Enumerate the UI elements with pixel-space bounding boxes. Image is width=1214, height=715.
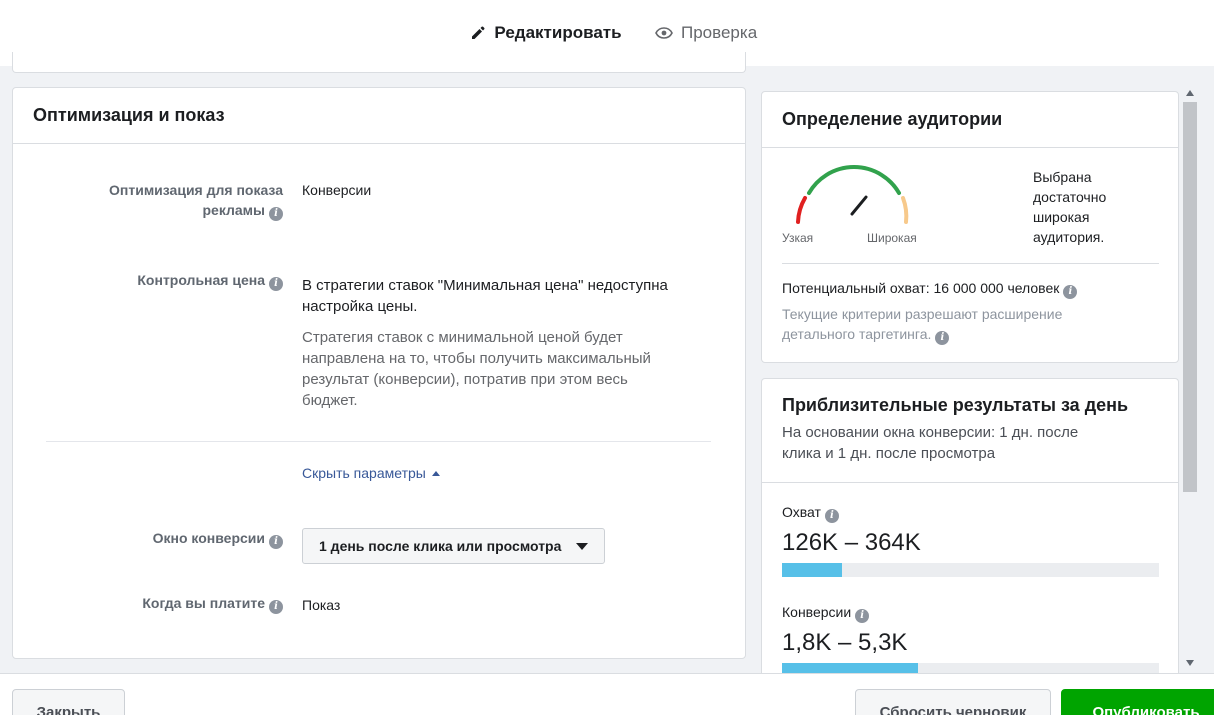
previous-section-card [12,52,746,73]
tab-review-label: Проверка [681,23,758,42]
info-icon[interactable]: i [269,207,283,221]
targeting-note-line: Текущие критерии разрешают расширение [782,306,1063,322]
strategy-line: направлена на то, чтобы получить максима… [302,350,651,367]
results-subtitle-line: клика и 1 дн. после просмотра [782,445,996,462]
targeting-note: Текущие критерии разрешают расширение де… [782,304,1122,345]
control-price-value: В стратегии ставок "Минимальная цена" не… [302,275,668,411]
optimization-card: Оптимизация и показ Оптимизация для пока… [12,87,746,659]
gauge-narrow-segment [796,196,807,224]
strategy-line: результат (конверсии), потратив при этом… [302,371,628,388]
gauge-too-broad-segment [901,196,909,224]
control-price-label-text: Контрольная цена [137,272,265,288]
conversions-metric-value: 1,8K – 5,3K [782,629,908,656]
audience-description-line: аудитория. [1033,229,1105,245]
right-panel-scrollbar[interactable] [1181,84,1199,672]
audience-divider [782,263,1159,264]
reach-metric-label: Охват i [782,504,839,523]
reset-draft-button[interactable]: Сбросить черновик [855,689,1051,715]
audience-description: Выбрана достаточно широкая аудитория. [1033,167,1143,247]
hide-params-link[interactable]: Скрыть параметры [302,463,440,483]
targeting-note-line: детального таргетинга. [782,326,932,342]
conversion-window-value: 1 день после клика или просмотра [319,538,562,554]
info-icon[interactable]: i [855,609,870,623]
ad-optimization-value: Конверсии [302,182,372,198]
reach-bar [782,563,1159,577]
control-price-line: настройка цены. [302,298,418,315]
when-you-pay-label: Когда вы платите i [142,593,283,614]
when-you-pay-value: Показ [302,597,341,613]
info-icon[interactable]: i [269,600,283,614]
footer-bar: Закрыть Сбросить черновик Опубликовать [0,673,1214,715]
gauge-broad-segment [807,165,901,195]
estimated-results-card: Приблизительные результаты за день На ос… [761,378,1179,678]
strategy-line: Стратегия ставок с минимальной ценой буд… [302,329,623,346]
eye-icon [655,27,673,39]
ad-optimization-label: Оптимизация для показа рекламы i [109,180,283,221]
control-price-label: Контрольная цена i [137,270,283,291]
hide-params-label: Скрыть параметры [302,465,426,481]
pencil-icon [472,26,485,39]
gauge-broad-label: Широкая [867,231,917,245]
reach-label-text: Охват [782,504,821,520]
strategy-line: бюджет. [302,392,358,409]
scroll-up-icon[interactable] [1186,90,1194,96]
tab-edit-label: Редактировать [494,23,622,42]
results-title: Приблизительные результаты за день [782,395,1129,415]
close-button[interactable]: Закрыть [12,689,125,715]
audience-description-line: Выбрана [1033,169,1092,185]
gauge-needle [850,195,868,216]
audience-description-line: достаточно [1033,189,1107,205]
results-subtitle-line: На основании окна конверсии: 1 дн. после [782,424,1079,441]
audience-title: Определение аудитории [762,92,1178,148]
reach-bar-fill [782,563,843,577]
potential-reach-text: Потенциальный охват: 16 000 000 человек [782,280,1060,296]
publish-button[interactable]: Опубликовать [1061,689,1214,715]
scroll-down-icon[interactable] [1186,660,1194,666]
ad-optimization-label-line-1: Оптимизация для показа [109,182,283,198]
when-you-pay-label-text: Когда вы платите [142,595,265,611]
section-divider [46,441,711,442]
audience-description-line: широкая [1033,209,1090,225]
info-icon[interactable]: i [269,535,283,549]
scroll-thumb[interactable] [1183,102,1197,492]
conversion-window-dropdown[interactable]: 1 день после клика или просмотра [302,528,605,564]
info-icon[interactable]: i [935,331,950,345]
info-icon[interactable]: i [269,277,283,291]
audience-definition-card: Определение аудитории Узкая Широкая Выбр… [761,91,1179,363]
results-divider [762,482,1178,483]
conversion-window-label: Окно конверсии i [153,528,283,549]
gauge-narrow-label: Узкая [782,231,814,245]
conversion-window-label-text: Окно конверсии [152,530,265,546]
results-subtitle: На основании окна конверсии: 1 дн. после… [762,416,1178,464]
conversions-label-text: Конверсии [782,604,852,620]
ad-optimization-label-line-2: рекламы [202,202,265,218]
info-icon[interactable]: i [824,509,839,523]
potential-reach: Потенциальный охват: 16 000 000 человек i [782,278,1078,299]
chevron-down-icon [576,542,588,550]
conversions-metric-label: Конверсии i [782,604,870,623]
optimization-title: Оптимизация и показ [13,88,745,144]
info-icon[interactable]: i [1063,285,1078,299]
reach-metric-value: 126K – 364K [782,529,921,556]
caret-up-icon [431,471,440,476]
control-price-line: В стратегии ставок "Минимальная цена" не… [302,277,668,294]
